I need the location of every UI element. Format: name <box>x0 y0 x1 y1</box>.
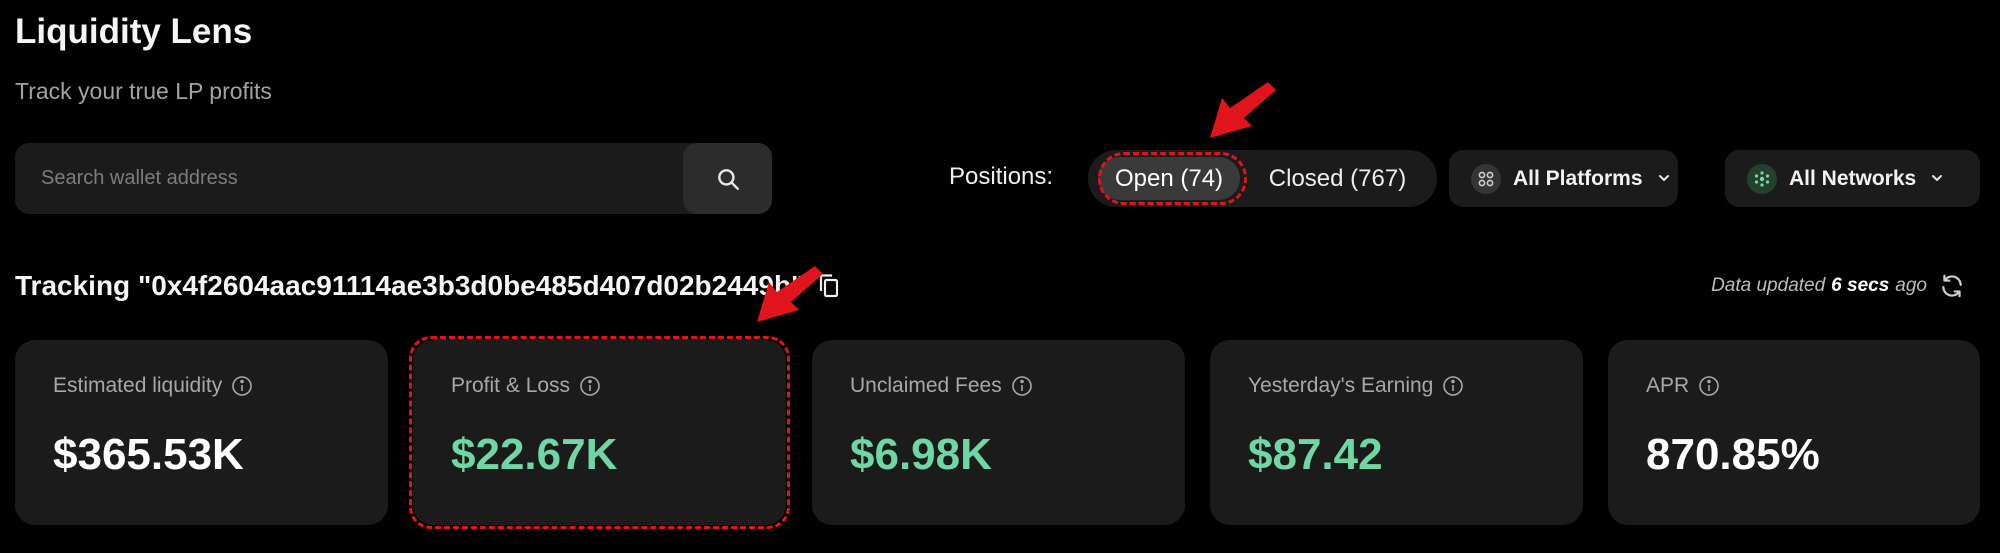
platforms-label: All Platforms <box>1513 166 1643 190</box>
card-value: $6.98K <box>850 430 992 479</box>
networks-label: All Networks <box>1789 166 1917 190</box>
card-label: APR <box>1646 374 1690 397</box>
chevron-down-icon <box>1930 170 1944 188</box>
wallet-search <box>15 143 772 214</box>
info-icon[interactable] <box>1698 375 1720 397</box>
stat-card-yesterdays-earning: Yesterday's Earning $87.42 <box>1210 340 1583 525</box>
app-subtitle: Track your true LP profits <box>15 78 272 104</box>
grid-icon <box>1471 163 1501 194</box>
card-label: Unclaimed Fees <box>850 374 1002 397</box>
info-icon[interactable] <box>1011 375 1033 397</box>
card-value: $87.42 <box>1248 430 1383 479</box>
annotation-arrow-icon <box>757 266 823 322</box>
updated-prefix: Data updated <box>1711 275 1826 296</box>
stat-card-unclaimed-fees: Unclaimed Fees $6.98K <box>812 340 1185 525</box>
closed-positions-tab[interactable]: Closed (767) <box>1250 157 1425 200</box>
networks-dropdown[interactable]: All Networks <box>1725 150 1980 207</box>
card-label: Yesterday's Earning <box>1248 374 1434 397</box>
search-input[interactable] <box>15 143 685 214</box>
tracking-address: Tracking "0x4f2604aac91114ae3b3d0be485d4… <box>15 270 805 301</box>
network-icon <box>1747 163 1777 194</box>
updated-suffix: ago <box>1895 275 1927 296</box>
card-label: Estimated liquidity <box>53 374 223 397</box>
stat-card-apr: APR 870.85% <box>1608 340 1980 525</box>
chevron-down-icon <box>1657 170 1671 188</box>
annotation-highlight-pnl <box>409 336 790 529</box>
refresh-icon[interactable] <box>1939 273 1965 299</box>
info-icon[interactable] <box>1442 375 1464 397</box>
annotation-arrow-icon <box>1210 82 1276 138</box>
updated-time: 6 secs <box>1831 275 1890 296</box>
annotation-highlight-open <box>1098 152 1247 205</box>
tracking-header: Tracking "0x4f2604aac91114ae3b3d0be485d4… <box>15 270 840 302</box>
positions-label: Positions: <box>949 163 1054 190</box>
data-updated-status: Data updated 6 secs ago <box>1711 273 1965 299</box>
stat-card-estimated-liquidity: Estimated liquidity $365.53K <box>15 340 388 525</box>
platforms-dropdown[interactable]: All Platforms <box>1449 150 1678 207</box>
search-button[interactable] <box>683 143 772 214</box>
search-icon <box>715 166 741 192</box>
card-value: $365.53K <box>53 430 244 479</box>
app-title: Liquidity Lens <box>15 12 253 51</box>
info-icon[interactable] <box>231 375 253 397</box>
card-value: 870.85% <box>1646 430 1820 479</box>
